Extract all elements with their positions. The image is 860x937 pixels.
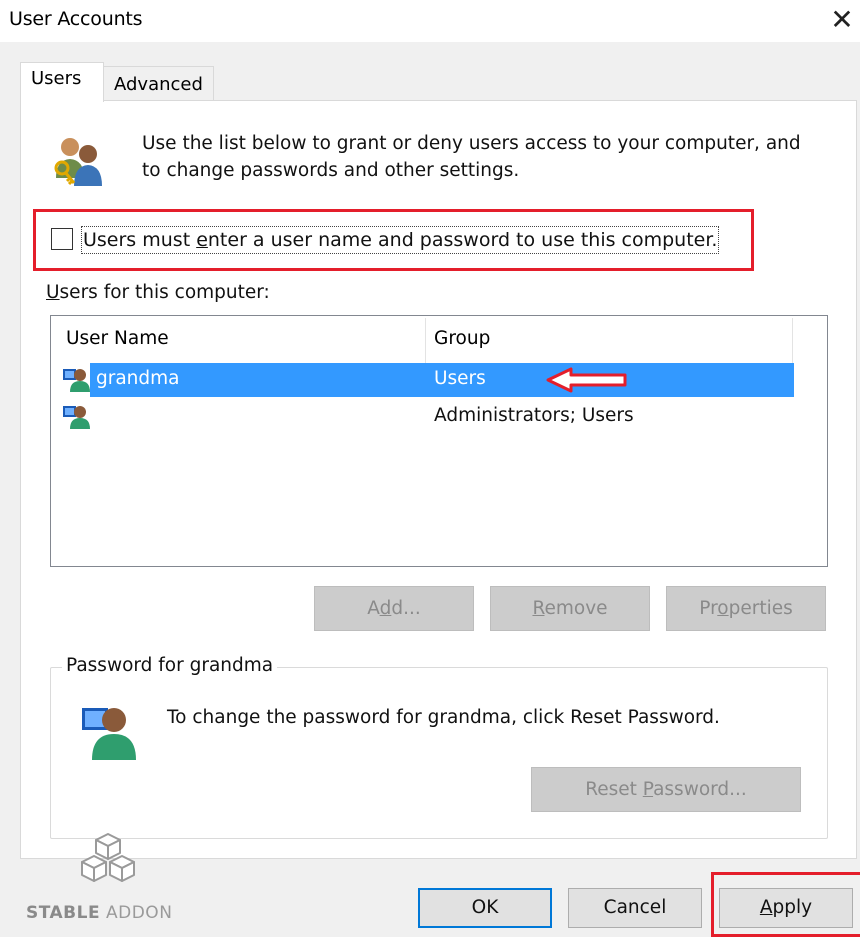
user-password-icon	[82, 708, 136, 760]
user-group-cell: Users	[434, 368, 486, 389]
window-title: User Accounts	[9, 8, 143, 30]
reset-password-button[interactable]: Reset Password...	[531, 767, 801, 812]
column-header-group[interactable]: Group	[434, 328, 490, 349]
column-divider[interactable]	[792, 318, 793, 364]
remove-user-button[interactable]: Remove	[490, 586, 650, 631]
password-group	[50, 667, 828, 839]
properties-button[interactable]: Properties	[666, 586, 826, 631]
tab-advanced[interactable]: Advanced	[103, 66, 214, 100]
require-login-checkbox[interactable]	[51, 228, 73, 250]
user-icon	[63, 406, 90, 429]
intro-text: Use the list below to grant or deny user…	[142, 133, 801, 181]
column-header-user-name[interactable]: User Name	[66, 328, 169, 349]
red-arrow-annotation	[546, 367, 627, 393]
password-group-legend: Password for grandma	[62, 655, 278, 676]
highlight-box-apply	[711, 872, 860, 937]
user-name-cell: grandma	[96, 368, 180, 389]
tab-users[interactable]: Users	[20, 62, 104, 102]
redacted-user-name	[98, 410, 198, 430]
column-divider[interactable]	[425, 318, 426, 364]
require-login-label[interactable]: Users must enter a user name and passwor…	[81, 226, 720, 254]
cancel-button[interactable]: Cancel	[568, 888, 702, 928]
close-icon[interactable]: ✕	[826, 2, 858, 38]
watermark-text: STABLE ADDON	[26, 903, 173, 923]
add-user-button[interactable]: Add...	[314, 586, 474, 631]
password-instructions: To change the password for grandma, clic…	[167, 707, 720, 728]
user-icon	[63, 369, 90, 392]
ok-button[interactable]: OK	[418, 888, 552, 928]
users-keys-icon	[54, 138, 102, 186]
users-list-label: Users for this computer:	[46, 282, 270, 303]
user-group-cell: Administrators; Users	[434, 405, 634, 426]
watermark-logo	[81, 833, 135, 882]
